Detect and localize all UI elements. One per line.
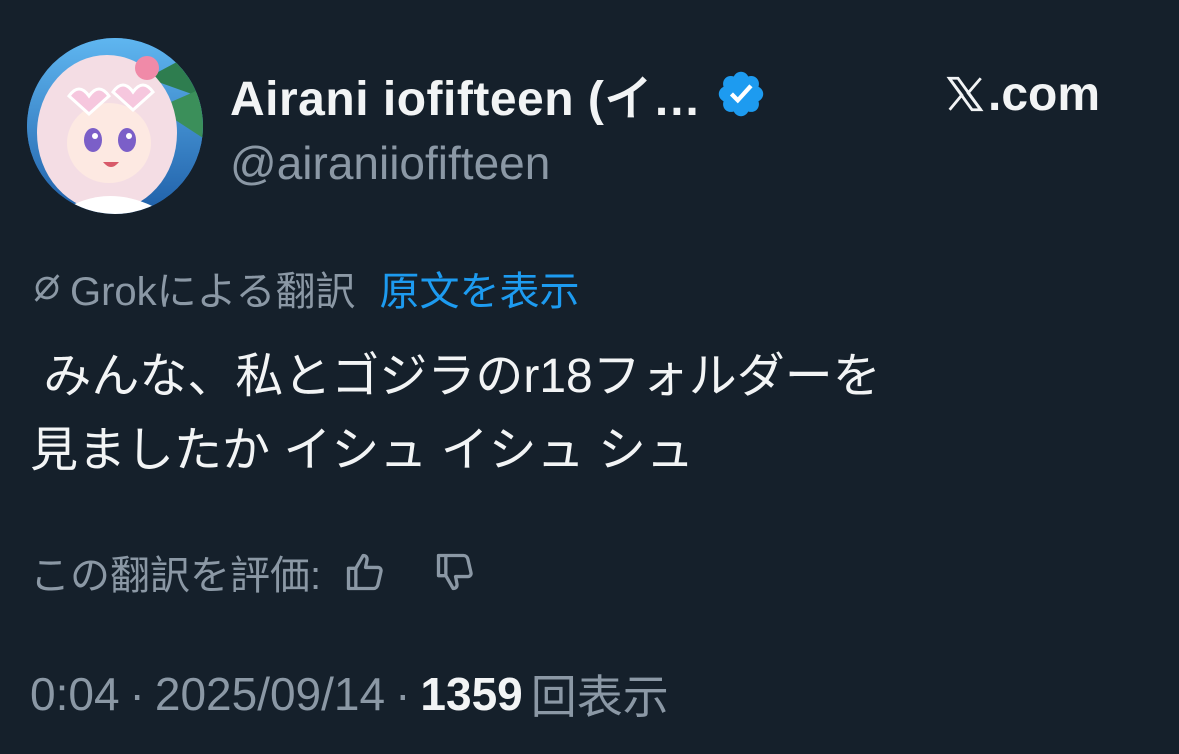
post-text: みんな、私とゴジラのr18フォルダーを 見ましたか イシュ イシュ シュ xyxy=(30,350,881,477)
author-display-name[interactable]: Airani iofifteen (イ… xyxy=(230,59,701,129)
x-logo-icon xyxy=(946,76,984,112)
thumbs-down-icon[interactable] xyxy=(433,550,477,594)
post-time[interactable]: 0:04 xyxy=(30,667,120,721)
post-card: Airani iofifteen (イ… @airaniiofifteen .c… xyxy=(0,0,1179,754)
verified-badge-icon xyxy=(719,71,764,117)
translated-by-label: Grokによる翻訳 xyxy=(70,270,356,314)
views-label: 回表示 xyxy=(530,671,669,723)
avatar-image xyxy=(27,38,203,214)
grok-icon xyxy=(34,274,60,302)
author-handle[interactable]: @airaniiofifteen xyxy=(230,136,550,190)
rate-translation-row: この翻訳を評価: xyxy=(30,544,477,600)
meta-separator: · xyxy=(129,668,145,720)
post-meta: 0:04 · 2025/09/14 · 1359 回表示 xyxy=(30,664,669,724)
site-brand: .com xyxy=(944,62,1100,126)
thumbs-up-icon[interactable] xyxy=(343,550,387,594)
author-name-row[interactable]: Airani iofifteen (イ… xyxy=(230,62,767,126)
post-date[interactable]: 2025/09/14 xyxy=(155,667,385,721)
avatar[interactable] xyxy=(27,38,203,214)
meta-separator: · xyxy=(395,668,411,720)
rate-translation-label: この翻訳を評価: xyxy=(30,554,322,598)
translation-bar: Grokによる翻訳 原文を表示 xyxy=(30,262,579,314)
show-original-link[interactable]: 原文を表示 xyxy=(379,259,579,317)
site-label: .com xyxy=(988,67,1101,121)
views-count: 1359 xyxy=(420,668,523,720)
